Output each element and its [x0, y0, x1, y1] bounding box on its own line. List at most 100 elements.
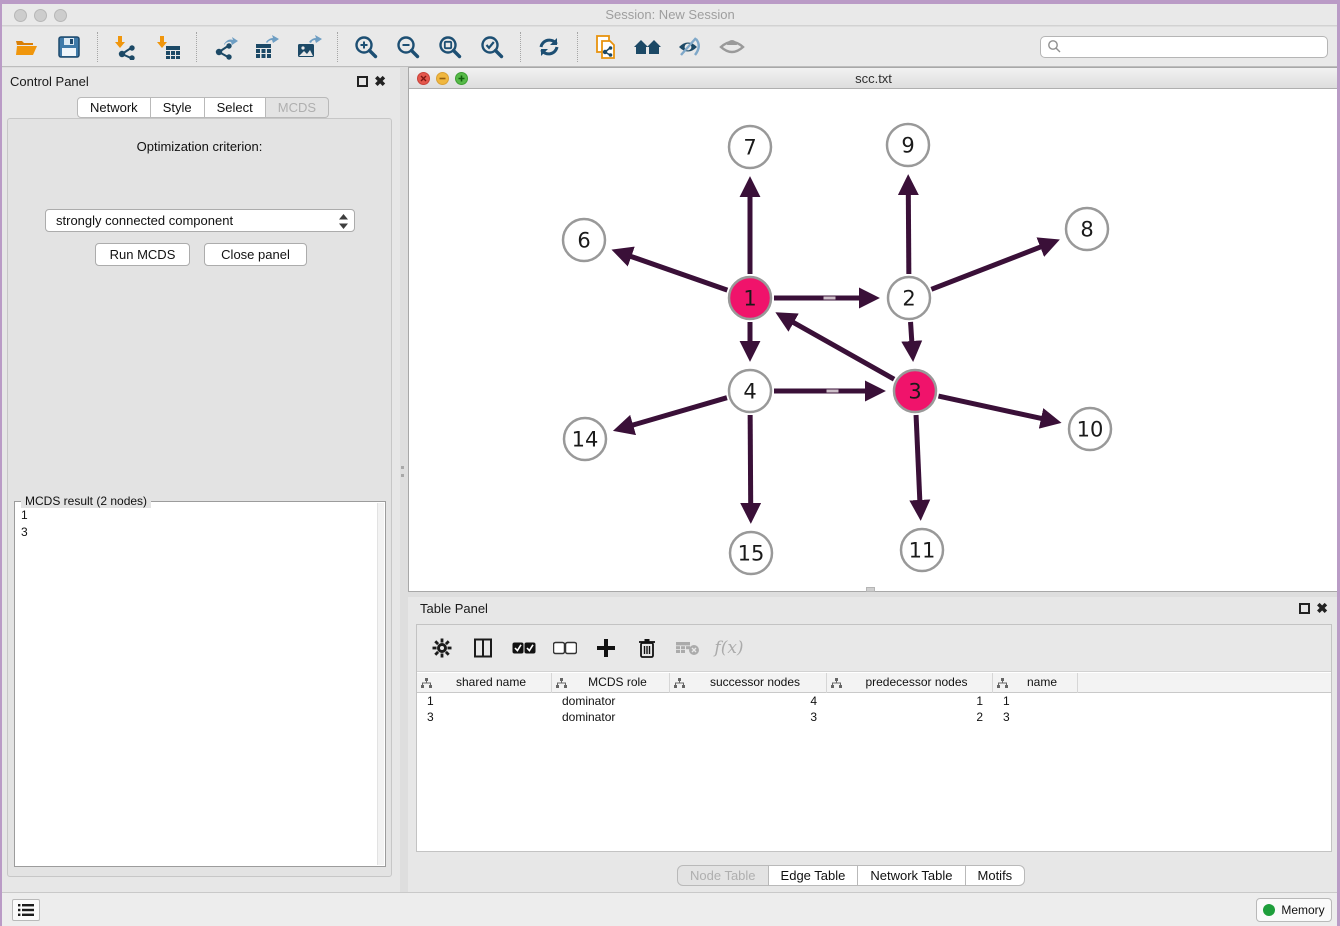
node-label-15: 15: [738, 541, 765, 565]
create-column-button[interactable]: [593, 633, 619, 663]
close-panel-icon[interactable]: ✖: [374, 73, 386, 89]
function-builder-button[interactable]: f(x): [716, 633, 742, 663]
split-columns-icon: [473, 638, 493, 658]
edge-2-9[interactable]: [908, 193, 909, 274]
tab-network-table[interactable]: Network Table: [858, 865, 965, 886]
zoom-out-icon: [395, 34, 421, 60]
delete-column-button[interactable]: [634, 633, 660, 663]
optimization-criterion-select[interactable]: strongly connected component: [45, 209, 355, 232]
table-settings-button[interactable]: [429, 633, 455, 663]
import-network-icon: [113, 34, 139, 60]
import-network-button[interactable]: [105, 28, 147, 66]
node-label-10: 10: [1077, 417, 1104, 441]
tab-edge-table[interactable]: Edge Table: [769, 865, 859, 886]
tab-style[interactable]: Style: [151, 97, 205, 118]
column-header-shared-name[interactable]: shared name: [417, 673, 552, 693]
cell-name[interactable]: 1: [993, 693, 1078, 709]
clone-network-button[interactable]: [585, 28, 627, 66]
edge-3-10[interactable]: [938, 396, 1043, 419]
column-header-predecessor-nodes[interactable]: predecessor nodes: [827, 673, 993, 693]
run-mcds-button[interactable]: Run MCDS: [95, 243, 190, 266]
memory-button[interactable]: Memory: [1256, 898, 1332, 922]
edge-2-3[interactable]: [911, 322, 912, 343]
float-panel-icon[interactable]: [357, 76, 368, 87]
close-panel-icon[interactable]: ✖: [1316, 600, 1328, 616]
cell-name[interactable]: 3: [993, 709, 1078, 725]
control-panel-tabs: NetworkStyleSelectMCDS: [77, 97, 329, 118]
network-view-window: scc.txt 7968124314101511: [408, 67, 1339, 592]
table-panel-title: Table Panel: [420, 601, 488, 616]
import-table-button[interactable]: [147, 28, 189, 66]
table-row[interactable]: 1dominator411: [417, 693, 1331, 709]
hide-network-button[interactable]: [669, 28, 711, 66]
tab-network[interactable]: Network: [77, 97, 151, 118]
eye-icon: [718, 34, 746, 60]
unchecked-boxes-icon: [553, 641, 577, 655]
zoom-out-button[interactable]: [387, 28, 429, 66]
select-all-columns-button[interactable]: [511, 633, 537, 663]
search-field[interactable]: [1040, 36, 1328, 58]
result-scrollbar[interactable]: [377, 503, 384, 865]
network-window-titlebar[interactable]: scc.txt: [409, 68, 1338, 89]
memory-label: Memory: [1281, 903, 1324, 917]
zoom-in-icon: [353, 34, 379, 60]
export-network-button[interactable]: [204, 28, 246, 66]
column-header-mcds-role[interactable]: MCDS role: [552, 673, 670, 693]
save-session-button[interactable]: [48, 28, 90, 66]
refresh-button[interactable]: [528, 28, 570, 66]
tab-motifs[interactable]: Motifs: [966, 865, 1026, 886]
column-header-name[interactable]: name: [993, 673, 1078, 693]
node-label-8: 8: [1080, 217, 1093, 241]
tab-select[interactable]: Select: [205, 97, 266, 118]
delete-table-button[interactable]: [675, 633, 701, 663]
open-file-button[interactable]: [6, 28, 48, 66]
show-column-panel-button[interactable]: [470, 633, 496, 663]
home-button[interactable]: [627, 28, 669, 66]
edge-3-1[interactable]: [792, 322, 894, 380]
cell-shared-name[interactable]: 3: [417, 709, 552, 725]
export-image-button[interactable]: [288, 28, 330, 66]
zoom-in-button[interactable]: [345, 28, 387, 66]
cell-shared-name[interactable]: 1: [417, 693, 552, 709]
close-panel-button[interactable]: Close panel: [204, 243, 307, 266]
network-window-title: scc.txt: [409, 68, 1338, 89]
tab-node-table[interactable]: Node Table: [677, 865, 769, 886]
column-header-successor-nodes[interactable]: successor nodes: [670, 673, 827, 693]
edge-2-8[interactable]: [931, 246, 1042, 289]
cell-predecessor-nodes[interactable]: 2: [827, 709, 993, 725]
cell-successor-nodes[interactable]: 3: [670, 709, 827, 725]
table-row[interactable]: 3dominator323: [417, 709, 1331, 725]
node-label-14: 14: [572, 427, 599, 451]
mcds-result-group: MCDS result (2 nodes) 13: [14, 501, 386, 867]
splitter-handle[interactable]: [401, 474, 404, 477]
export-table-button[interactable]: [246, 28, 288, 66]
zoom-selected-button[interactable]: [471, 28, 513, 66]
node-label-6: 6: [577, 228, 590, 252]
splitter-handle[interactable]: [401, 466, 404, 469]
cell-mcds-role[interactable]: dominator: [552, 693, 670, 709]
show-network-button[interactable]: [711, 28, 753, 66]
save-icon: [56, 34, 82, 60]
mcds-result-line: 3: [21, 524, 369, 541]
float-panel-icon[interactable]: [1299, 603, 1310, 614]
task-history-button[interactable]: [12, 899, 40, 921]
desktop-edge-top: [0, 0, 1340, 4]
edge-3-11[interactable]: [916, 415, 920, 502]
tab-mcds[interactable]: MCDS: [266, 97, 329, 118]
mcds-result-text[interactable]: 13: [15, 505, 375, 866]
edge-4-14[interactable]: [631, 398, 727, 426]
cell-predecessor-nodes[interactable]: 1: [827, 693, 993, 709]
edge-1-6[interactable]: [629, 256, 727, 290]
unselect-all-columns-button[interactable]: [552, 633, 578, 663]
zoom-fit-button[interactable]: [429, 28, 471, 66]
node-label-3: 3: [908, 379, 921, 403]
optimization-criterion-label: Optimization criterion:: [8, 139, 391, 154]
splitter-handle[interactable]: [866, 587, 875, 592]
node-table: shared nameMCDS rolesuccessor nodesprede…: [417, 673, 1331, 851]
search-input[interactable]: [1062, 40, 1321, 54]
cell-mcds-role[interactable]: dominator: [552, 709, 670, 725]
cell-successor-nodes[interactable]: 4: [670, 693, 827, 709]
edge-4-15[interactable]: [750, 415, 751, 505]
network-graph[interactable]: 7968124314101511: [409, 90, 1338, 592]
network-canvas[interactable]: 7968124314101511: [409, 90, 1338, 591]
